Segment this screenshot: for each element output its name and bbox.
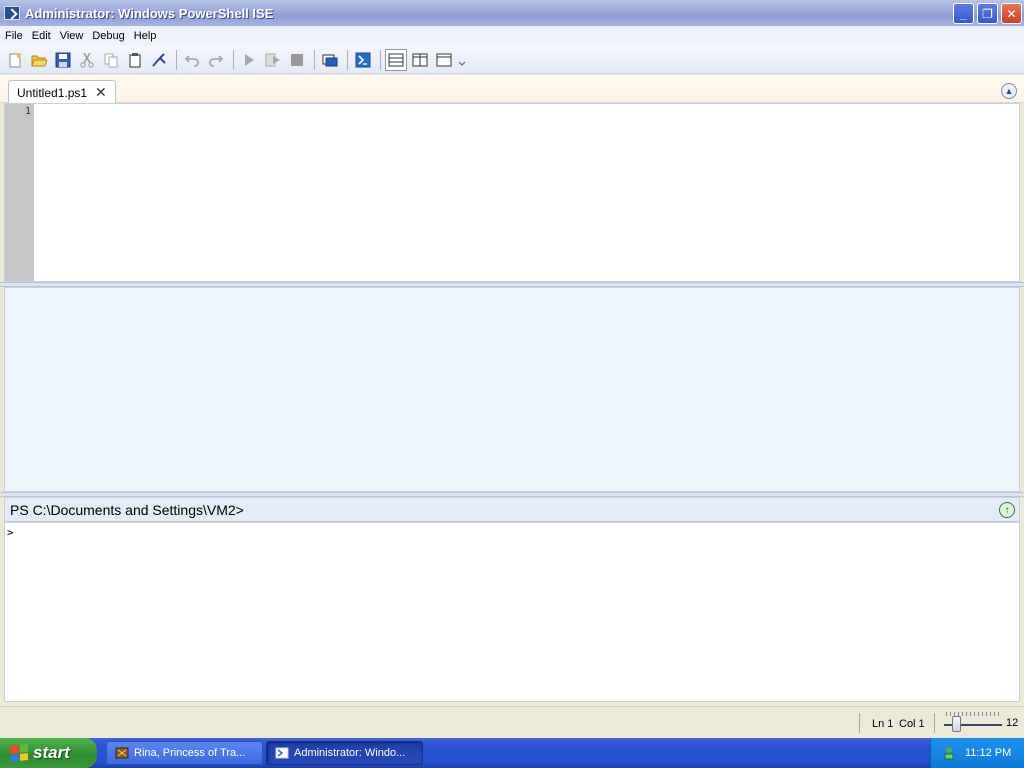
menu-edit[interactable]: Edit bbox=[32, 30, 56, 42]
new-button[interactable] bbox=[4, 49, 26, 71]
title-bar[interactable]: Administrator: Windows PowerShell ISE _ … bbox=[0, 0, 1024, 26]
redo-icon bbox=[209, 54, 224, 67]
prompt-path: PS C:\Documents and Settings\VM2> bbox=[10, 501, 244, 518]
copy-icon bbox=[104, 53, 118, 67]
powershell-ise-icon bbox=[4, 6, 20, 20]
status-column: Col 1 bbox=[899, 718, 925, 730]
cut-button[interactable] bbox=[76, 49, 98, 71]
status-bar: Ln 1 Col 1 12 bbox=[0, 706, 1024, 738]
menu-help[interactable]: Help bbox=[134, 30, 162, 42]
toolbar-separator bbox=[347, 49, 348, 70]
game-app-icon bbox=[115, 747, 129, 759]
script-editor[interactable]: 1 bbox=[4, 103, 1020, 282]
toolbar-separator bbox=[176, 49, 177, 70]
taskbar-item-powershell-ise[interactable]: Administrator: Windo... bbox=[266, 741, 423, 765]
open-button[interactable] bbox=[28, 49, 50, 71]
system-tray: 11:12 PM bbox=[930, 738, 1024, 768]
script-tab-strip: Untitled1.ps1 ✕ ▲ bbox=[0, 75, 1024, 104]
clock[interactable]: 11:12 PM bbox=[965, 747, 1011, 759]
taskbar-item-label: Administrator: Windo... bbox=[294, 747, 406, 759]
taskbar-item-rina[interactable]: Rina, Princess of Tra... bbox=[106, 741, 263, 765]
toolbar-separator bbox=[233, 49, 234, 70]
windows-logo-icon bbox=[10, 744, 28, 762]
arrow-up-icon: ↑ bbox=[1004, 504, 1010, 516]
window-title: Administrator: Windows PowerShell ISE bbox=[25, 5, 274, 21]
zoom-slider-thumb[interactable] bbox=[952, 716, 961, 732]
line-number: 1 bbox=[24, 106, 31, 117]
run-icon bbox=[245, 53, 254, 66]
redo-button[interactable] bbox=[205, 49, 227, 71]
taskbar-item-label: Rina, Princess of Tra... bbox=[134, 747, 246, 759]
zoom-level: 12 bbox=[1006, 717, 1019, 729]
toolbar-overflow-button[interactable] bbox=[457, 49, 467, 71]
save-icon bbox=[55, 52, 71, 67]
start-powershell-button[interactable] bbox=[352, 49, 374, 71]
minimize-icon: _ bbox=[960, 6, 967, 21]
open-file-icon bbox=[31, 55, 47, 66]
status-separator bbox=[934, 713, 935, 733]
toolbar-separator bbox=[380, 49, 381, 70]
new-remote-tab-button[interactable] bbox=[319, 49, 341, 71]
cut-icon bbox=[80, 52, 94, 68]
move-command-pane-button[interactable]: ↑ bbox=[999, 502, 1015, 518]
undo-icon bbox=[184, 54, 199, 67]
network-icon[interactable] bbox=[943, 746, 955, 760]
show-script-pane-maximized-button[interactable] bbox=[433, 49, 455, 71]
clear-icon bbox=[152, 52, 166, 67]
save-button[interactable] bbox=[52, 49, 74, 71]
tab-untitled1[interactable]: Untitled1.ps1 ✕ bbox=[8, 80, 116, 104]
status-line: Ln 1 bbox=[872, 718, 894, 730]
line-number-gutter: 1 bbox=[5, 104, 34, 281]
stop-button[interactable] bbox=[286, 49, 308, 71]
layout-top-icon bbox=[388, 53, 404, 66]
show-script-pane-right-button[interactable] bbox=[409, 49, 431, 71]
chevron-up-icon: ▲ bbox=[1004, 86, 1014, 96]
undo-button[interactable] bbox=[181, 49, 203, 71]
collapse-script-pane-button[interactable]: ▲ bbox=[1001, 83, 1017, 99]
command-prompt: > bbox=[7, 526, 14, 539]
layout-max-icon bbox=[436, 53, 452, 66]
tab-label: Untitled1.ps1 bbox=[17, 85, 88, 100]
close-button[interactable]: ✕ bbox=[1001, 3, 1022, 24]
toolbar bbox=[0, 46, 1024, 74]
command-input[interactable]: > bbox=[4, 522, 1020, 702]
start-label: start bbox=[33, 743, 70, 762]
command-pane-header: PS C:\Documents and Settings\VM2> ↑ bbox=[4, 497, 1020, 522]
run-selection-icon bbox=[265, 53, 280, 66]
clear-output-button[interactable] bbox=[148, 49, 170, 71]
layout-right-icon bbox=[412, 53, 428, 66]
menu-file[interactable]: File bbox=[5, 30, 28, 42]
powershell-ise-icon bbox=[275, 747, 289, 759]
toolbar-separator bbox=[314, 49, 315, 70]
taskbar: start Rina, Princess of Tra... Administr… bbox=[0, 738, 1024, 768]
chevron-down-icon bbox=[458, 61, 466, 66]
run-selection-button[interactable] bbox=[262, 49, 284, 71]
menu-debug[interactable]: Debug bbox=[92, 30, 129, 42]
paste-button[interactable] bbox=[124, 49, 146, 71]
new-file-icon bbox=[9, 53, 21, 67]
restore-icon: ❐ bbox=[982, 6, 993, 21]
restore-button[interactable]: ❐ bbox=[977, 3, 998, 24]
show-script-pane-top-button[interactable] bbox=[385, 48, 407, 71]
paste-icon bbox=[129, 52, 141, 67]
start-button[interactable]: start bbox=[0, 738, 97, 768]
run-script-button[interactable] bbox=[238, 49, 260, 71]
copy-button[interactable] bbox=[100, 49, 122, 71]
new-remote-tab-icon bbox=[322, 54, 338, 66]
menu-bar: File Edit View Debug Help bbox=[0, 26, 1024, 46]
status-separator bbox=[859, 713, 860, 733]
close-tab-icon[interactable]: ✕ bbox=[95, 84, 107, 101]
close-icon: ✕ bbox=[1006, 6, 1017, 21]
output-pane[interactable] bbox=[4, 287, 1020, 492]
stop-icon bbox=[291, 53, 303, 66]
window-controls: _ ❐ ✕ bbox=[953, 3, 1022, 24]
minimize-button[interactable]: _ bbox=[953, 3, 974, 24]
menu-view[interactable]: View bbox=[60, 30, 89, 42]
powershell-icon bbox=[355, 52, 371, 67]
